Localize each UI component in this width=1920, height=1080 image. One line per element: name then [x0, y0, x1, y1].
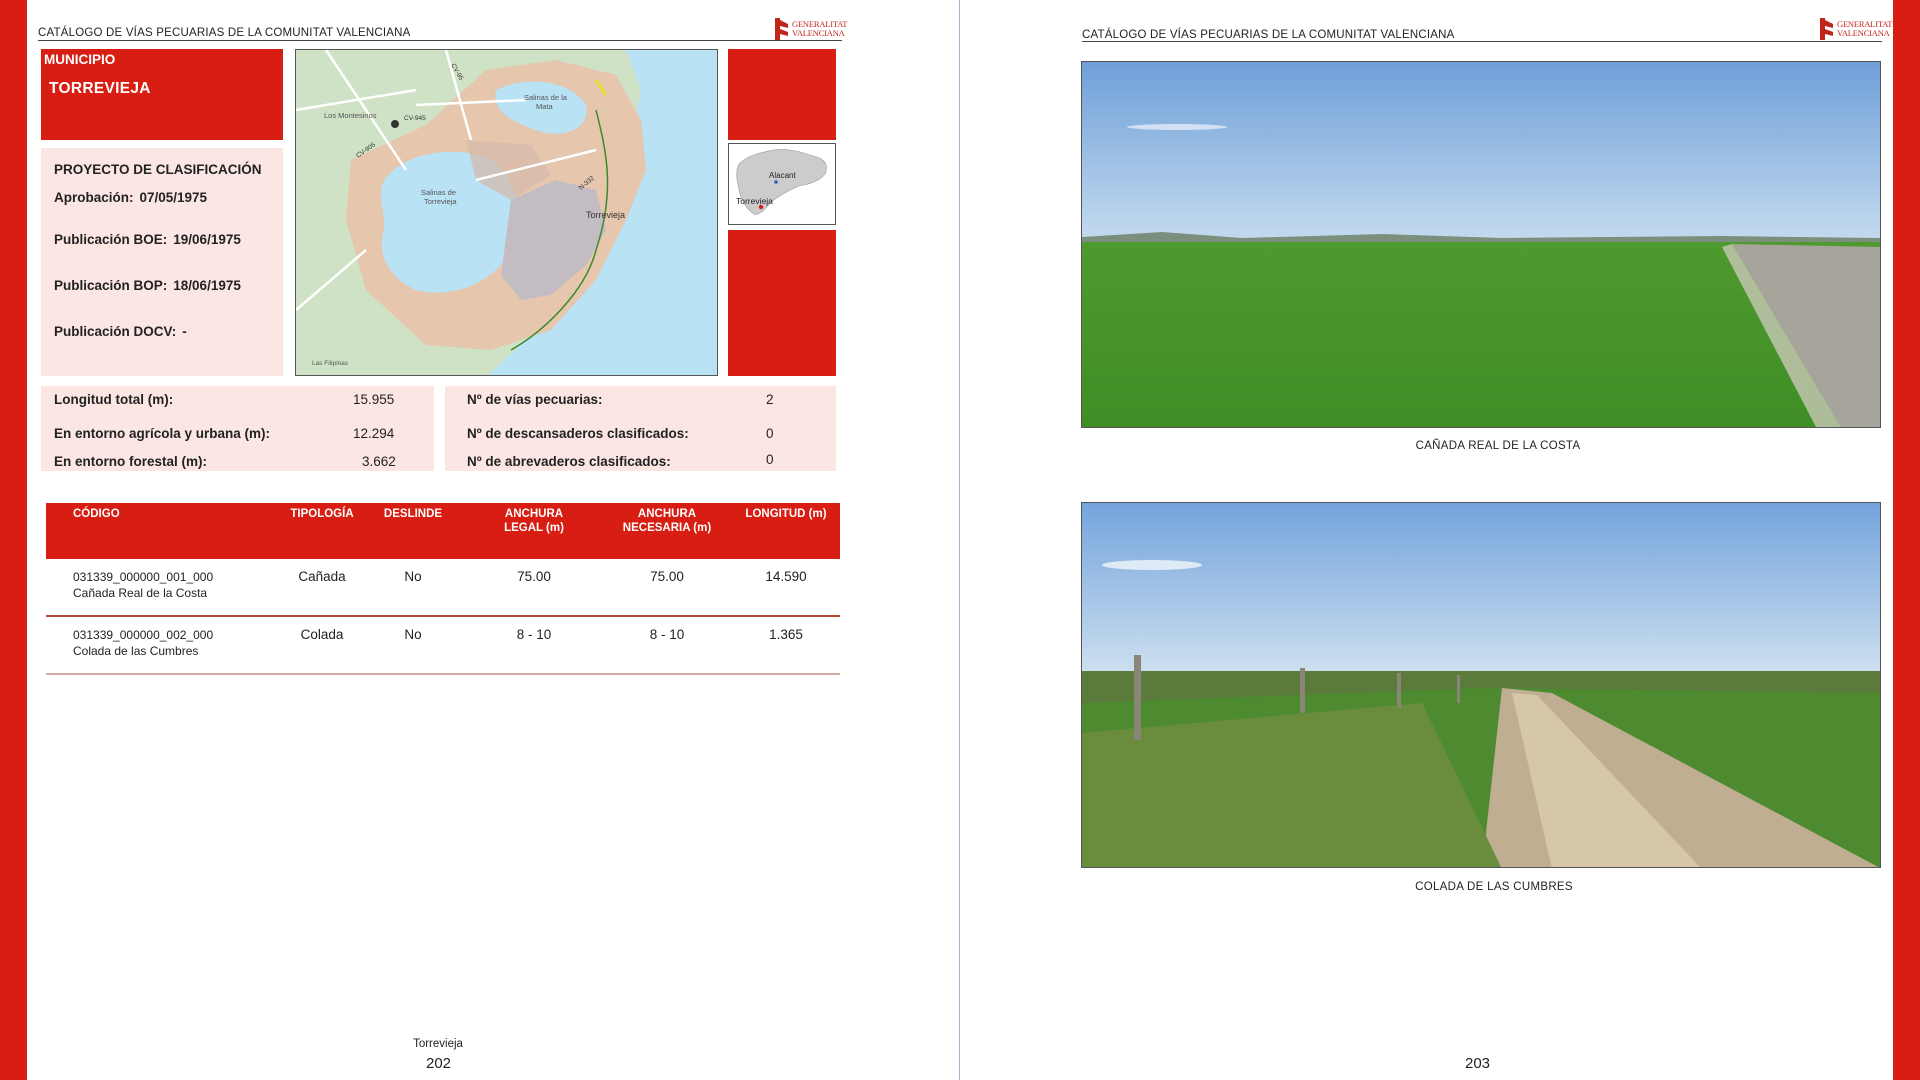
generalitat-logo: GENERALITAT VALENCIANA [775, 18, 847, 40]
row-deslinde: No [404, 569, 422, 584]
bop-line: Publicación BOP: 18/06/1975 [54, 278, 241, 293]
footer-town: Torrevieja [413, 1038, 463, 1050]
row-anchura-legal: 8 - 10 [516, 627, 552, 642]
photo-canada-real-costa [1081, 61, 1881, 428]
stats-left-box: Longitud total (m): 15.955 En entorno ag… [41, 386, 434, 471]
generalitat-logo-text: GENERALITAT VALENCIANA [1837, 19, 1893, 38]
map-label-filipinas: Las Filipinas [312, 360, 349, 367]
table-row: 031339_000000_002_000 Colada de las Cumb… [46, 617, 840, 675]
th-anchura-legal: ANCHURA LEGAL (m) [504, 508, 564, 534]
right-red-band [1893, 0, 1920, 1080]
province-inset-map: Alacant Torrevieja [728, 143, 836, 225]
docv-line: Publicación DOCV: - [54, 324, 187, 339]
row-code-cell: 031339_000000_002_000 Colada de las Cumb… [73, 628, 214, 658]
municipio-name: TORREVIEJA [49, 80, 151, 97]
vias-table-header: CÓDIGO TIPOLOGÍA DESLINDE ANCHURA LEGAL … [46, 503, 840, 559]
map-label-montesinos: Los Montesinos [324, 111, 377, 120]
photo2-caption: COLADA DE LAS CUMBRES [1415, 881, 1573, 893]
catalog-title-right: CATÁLOGO DE VÍAS PECUARIAS DE LA COMUNIT… [1082, 29, 1455, 41]
grass-field-photo [1082, 62, 1880, 427]
entorno-forestal-value: 3.662 [362, 454, 396, 469]
longitud-total-value: 15.955 [353, 392, 395, 407]
province-outline-graphic: Alacant Torrevieja [736, 149, 827, 215]
th-codigo: CÓDIGO [73, 508, 120, 520]
map-label-torrevieja: Torrevieja [586, 210, 625, 220]
page-number-left: 202 [426, 1055, 452, 1072]
boe-line: Publicación BOE: 19/06/1975 [54, 232, 241, 247]
map-label-salinas-torrevieja: Salinas de Torrevieja [421, 188, 458, 206]
photo-colada-cumbres [1081, 502, 1881, 868]
th-longitud: LONGITUD (m) [745, 508, 827, 520]
row-code-cell: 031339_000000_001_000 Cañada Real de la … [73, 570, 214, 600]
stats-right-box: Nº de vías pecuarias: 2 Nº de descansade… [445, 386, 836, 471]
entorno-agricola-value: 12.294 [353, 426, 395, 441]
th-deslinde: DESLINDE [383, 508, 443, 520]
left-page: CATÁLOGO DE VÍAS PECUARIAS DE LA COMUNIT… [27, 0, 959, 1080]
side-red-block-top [728, 49, 836, 140]
proyecto-title: PROYECTO DE CLASIFICACIÓN [54, 162, 262, 177]
left-red-band [0, 0, 27, 1080]
abrevaderos-value: 0 [766, 452, 774, 467]
th-anchura-necesaria: ANCHURA NECESARIA (m) [622, 508, 712, 534]
generalitat-logo-right: GENERALITAT VALENCIANA [1820, 18, 1892, 40]
dirt-path-photo [1082, 503, 1880, 867]
inset-label-torrevieja: Torrevieja [736, 196, 773, 206]
municipio-label: MUNICIPIO [44, 52, 116, 67]
proyecto-clasificacion-box: PROYECTO DE CLASIFICACIÓN Aprobación: 07/… [41, 148, 283, 376]
side-red-block-bottom [728, 230, 836, 376]
row-tipologia: Colada [300, 627, 344, 642]
vias-table: CÓDIGO TIPOLOGÍA DESLINDE ANCHURA LEGAL … [46, 503, 840, 675]
descansaderos-value: 0 [766, 426, 774, 441]
catalog-title: CATÁLOGO DE VÍAS PECUARIAS DE LA COMUNIT… [38, 27, 411, 39]
aprobacion-line: Aprobación: 07/05/1975 [54, 190, 208, 205]
torrevieja-map-graphic: Salinas de la Mata Salinas de Torrevieja… [296, 50, 717, 375]
generalitat-logo-text: GENERALITAT VALENCIANA [792, 19, 848, 38]
row-tipologia: Cañada [298, 569, 346, 584]
map-road-cv945: CV-945 [404, 115, 426, 122]
municipio-box: MUNICIPIO TORREVIEJA [41, 49, 283, 140]
row-anchura-necesaria: 8 - 10 [649, 627, 685, 642]
row-anchura-legal: 75.00 [517, 569, 551, 584]
header-rule-right [1082, 41, 1882, 42]
right-page: CATÁLOGO DE VÍAS PECUARIAS DE LA COMUNIT… [960, 0, 1893, 1080]
th-tipologia: TIPOLOGÍA [290, 508, 354, 520]
location-map: Salinas de la Mata Salinas de Torrevieja… [295, 49, 718, 376]
row-longitud: 14.590 [765, 569, 807, 584]
inset-label-alacant: Alacant [769, 171, 796, 180]
page-number-right: 203 [1465, 1055, 1491, 1072]
photo1-caption: CAÑADA REAL DE LA COSTA [1415, 440, 1581, 452]
table-row: 031339_000000_001_000 Cañada Real de la … [46, 559, 840, 617]
vias-pecuarias-value: 2 [766, 392, 774, 407]
row-longitud: 1.365 [769, 627, 803, 642]
header-rule [38, 40, 842, 41]
generalitat-emblem-icon [1820, 18, 1833, 40]
row-anchura-necesaria: 75.00 [650, 569, 684, 584]
row-deslinde: No [404, 627, 422, 642]
generalitat-emblem-icon [775, 18, 788, 40]
